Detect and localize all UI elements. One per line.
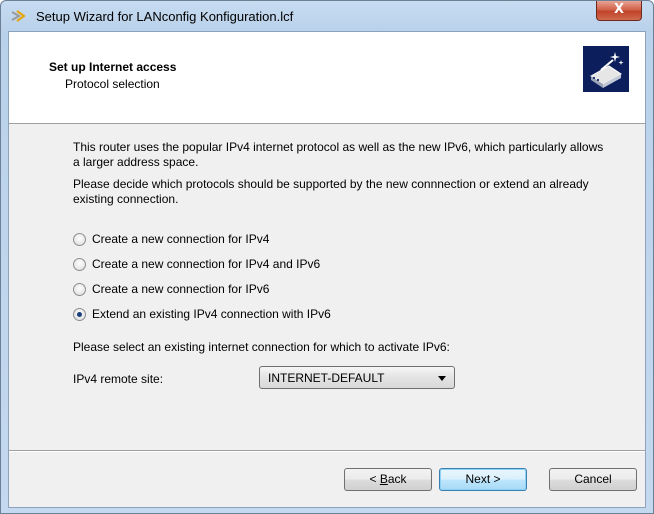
radio-button[interactable]	[73, 233, 86, 246]
wizard-header: Set up Internet access Protocol selectio…	[9, 32, 645, 124]
select-prompt: Please select an existing internet conne…	[73, 340, 450, 354]
back-button-label: ack	[387, 472, 407, 486]
window-title: Setup Wizard for LANconfig Konfiguration…	[36, 9, 294, 24]
page-subtitle: Protocol selection	[65, 77, 160, 91]
close-button[interactable]: X	[596, 1, 642, 21]
router-wizard-icon	[583, 46, 629, 92]
remote-site-dropdown[interactable]: INTERNET-DEFAULT	[259, 366, 455, 389]
wizard-window: Setup Wizard for LANconfig Konfiguration…	[0, 0, 654, 514]
radio-button[interactable]	[73, 258, 86, 271]
chevron-down-icon	[438, 376, 446, 381]
title-bar[interactable]: Setup Wizard for LANconfig Konfiguration…	[1, 1, 653, 31]
back-button-mnemonic: B	[379, 472, 388, 486]
option-label: Create a new connection for IPv4 and IPv…	[92, 257, 321, 271]
remote-site-label: IPv4 remote site:	[73, 372, 164, 386]
wizard-wand-icon	[10, 8, 28, 24]
option-label: Create a new connection for IPv4	[92, 232, 270, 246]
footer-divider	[9, 450, 645, 452]
radio-button-selected[interactable]	[73, 308, 86, 321]
cancel-button[interactable]: Cancel	[549, 468, 637, 491]
close-icon: X	[613, 2, 625, 17]
radio-button[interactable]	[73, 283, 86, 296]
intro-text: This router uses the popular IPv4 intern…	[73, 140, 604, 169]
option-label: Create a new connection for IPv6	[92, 282, 270, 296]
cancel-button-label: Cancel	[574, 472, 612, 486]
next-button-label: Next >	[465, 472, 501, 486]
wizard-client-area: Set up Internet access Protocol selectio…	[8, 31, 646, 508]
next-button[interactable]: Next >	[439, 468, 527, 491]
back-button-prefix: <	[369, 472, 380, 486]
remote-site-value: INTERNET-DEFAULT	[268, 371, 385, 385]
page-title: Set up Internet access	[49, 60, 177, 74]
back-button[interactable]: < Back	[344, 468, 432, 491]
option-label: Extend an existing IPv4 connection with …	[92, 307, 331, 321]
instruction-text: Please decide which protocols should be …	[73, 177, 589, 206]
